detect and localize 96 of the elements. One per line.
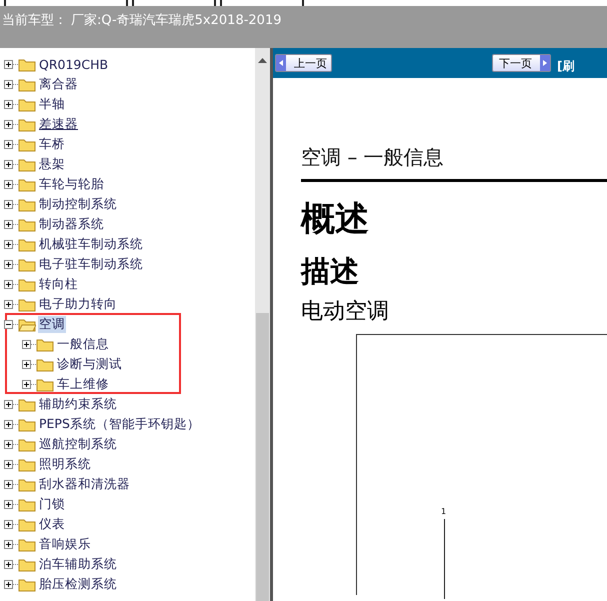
expand-toggle-icon[interactable] — [4, 320, 13, 328]
callout-number: 1 — [441, 507, 446, 516]
expand-toggle-icon[interactable] — [4, 200, 13, 208]
previous-page-button[interactable]: 上一页 — [275, 54, 332, 72]
arrow-right-icon — [540, 55, 550, 71]
tree-item[interactable]: 悬架 — [38, 156, 66, 172]
tree-item[interactable]: 车桥 — [38, 136, 66, 152]
folder-icon — [18, 156, 36, 172]
scrollbar[interactable] — [255, 48, 270, 601]
expand-toggle-icon[interactable] — [4, 120, 13, 128]
tree-item[interactable]: 离合器 — [38, 76, 79, 92]
folder-icon — [18, 456, 36, 472]
refresh-link[interactable]: [刷 — [557, 58, 574, 74]
vehicle-label: 当前车型： — [2, 12, 67, 29]
folder-icon — [18, 276, 36, 292]
folder-icon — [18, 216, 36, 232]
folder-icon — [18, 96, 36, 112]
expand-toggle-icon[interactable] — [4, 560, 13, 568]
tree-item[interactable]: 机械驻车制动系统 — [38, 236, 144, 252]
vehicle-name: 厂家:Q-奇瑞汽车瑞虎5x2018-2019 — [71, 12, 282, 29]
expand-toggle-icon[interactable] — [4, 460, 13, 468]
folder-icon — [18, 136, 36, 152]
folder-icon — [18, 196, 36, 212]
expand-toggle-icon[interactable] — [4, 60, 13, 68]
expand-toggle-icon[interactable] — [4, 260, 13, 268]
folder-icon — [18, 536, 36, 552]
expand-toggle-icon[interactable] — [4, 80, 13, 88]
expand-toggle-icon[interactable] — [4, 220, 13, 228]
tree-item[interactable]: 车轮与轮胎 — [38, 176, 105, 192]
folder-icon — [36, 336, 54, 352]
folder-icon — [18, 316, 36, 332]
folder-icon — [18, 436, 36, 452]
expand-toggle-icon[interactable] — [4, 520, 13, 528]
expand-toggle-icon[interactable] — [4, 280, 13, 288]
expand-toggle-icon[interactable] — [4, 400, 13, 408]
document-header: 空调 – 一般信息 — [301, 144, 445, 171]
section-heading: 概述 — [301, 198, 370, 241]
folder-icon — [18, 116, 36, 132]
arrow-left-icon — [276, 55, 286, 71]
tree-item[interactable]: 半轴 — [38, 96, 66, 112]
tree-item[interactable]: 辅助约束系统 — [38, 396, 118, 412]
expand-toggle-icon[interactable] — [4, 300, 13, 308]
tree-item[interactable]: 巡航控制系统 — [38, 436, 118, 452]
folder-icon — [18, 256, 36, 272]
tree-item[interactable]: 仪表 — [38, 516, 66, 532]
folder-icon — [18, 496, 36, 512]
expand-toggle-icon[interactable] — [22, 340, 31, 348]
folder-icon — [18, 476, 36, 492]
expand-toggle-icon[interactable] — [4, 440, 13, 448]
next-page-button[interactable]: 下一页 — [492, 54, 551, 72]
tree-item[interactable]: QR019CHB — [38, 56, 110, 72]
expand-toggle-icon[interactable] — [4, 540, 13, 548]
scrollbar-thumb[interactable] — [256, 313, 269, 601]
folder-icon — [18, 396, 36, 412]
expand-toggle-icon[interactable] — [4, 140, 13, 148]
folder-icon — [18, 516, 36, 532]
tree-item[interactable]: 胎压检测系统 — [38, 576, 118, 592]
expand-toggle-icon[interactable] — [4, 480, 13, 488]
tree-item[interactable]: 诊断与测试 — [56, 356, 123, 372]
tree-item[interactable]: 一般信息 — [56, 336, 110, 352]
folder-icon — [18, 296, 36, 312]
folder-icon — [18, 56, 36, 72]
folder-icon — [18, 236, 36, 252]
expand-toggle-icon[interactable] — [22, 380, 31, 388]
tree-item[interactable]: 制动控制系统 — [38, 196, 118, 212]
tree-item[interactable]: PEPS系统（智能手环钥匙） — [38, 416, 201, 432]
expand-toggle-icon[interactable] — [4, 180, 13, 188]
folder-icon — [18, 556, 36, 572]
expand-toggle-icon[interactable] — [4, 160, 13, 168]
tree-item[interactable]: 音响娱乐 — [38, 536, 92, 552]
tree-item[interactable]: 刮水器和清洗器 — [38, 476, 131, 492]
folder-icon — [36, 376, 54, 392]
tree-item[interactable]: 车上维修 — [56, 376, 110, 392]
expand-toggle-icon[interactable] — [4, 420, 13, 428]
expand-toggle-icon[interactable] — [22, 360, 31, 368]
expand-toggle-icon[interactable] — [4, 240, 13, 248]
tree-item[interactable]: 电子驻车制动系统 — [38, 256, 144, 272]
tree-item[interactable]: 门锁 — [38, 496, 66, 512]
tree-item[interactable]: 制动器系统 — [38, 216, 105, 232]
tree-item[interactable]: 泊车辅助系统 — [38, 556, 118, 572]
subsection-heading: 描述 — [301, 253, 360, 290]
scroll-up-icon[interactable] — [258, 58, 267, 63]
topic-heading: 电动空调 — [301, 298, 390, 326]
tree-item[interactable]: 转向柱 — [38, 276, 79, 292]
expand-toggle-icon[interactable] — [4, 580, 13, 588]
folder-icon — [18, 576, 36, 592]
tree-item[interactable]: 空调 — [38, 316, 66, 332]
tree-item[interactable]: 照明系统 — [38, 456, 92, 472]
folder-icon — [18, 176, 36, 192]
expand-toggle-icon[interactable] — [4, 100, 13, 108]
folder-icon — [18, 76, 36, 92]
tree-item[interactable]: 电子助力转向 — [38, 296, 118, 312]
folder-icon — [36, 356, 54, 372]
folder-icon — [18, 416, 36, 432]
tree-item[interactable]: 差速器 — [38, 116, 79, 132]
expand-toggle-icon[interactable] — [4, 500, 13, 508]
